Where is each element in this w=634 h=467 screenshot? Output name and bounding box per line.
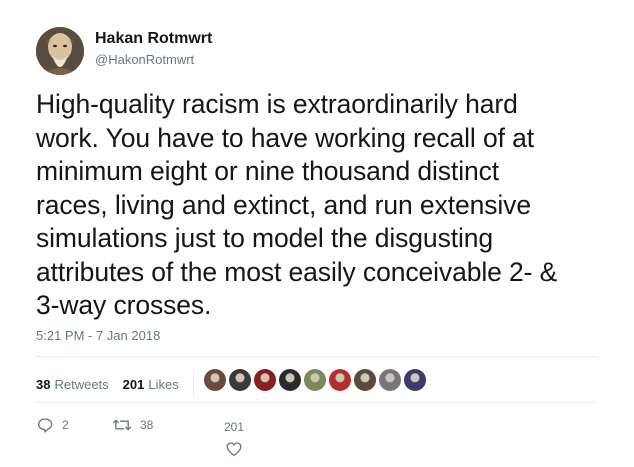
divider xyxy=(36,402,598,403)
likes-count: 201 xyxy=(122,376,145,392)
retweet-count: 38 xyxy=(140,418,154,432)
reply-button[interactable]: 2 xyxy=(36,416,112,434)
tweet-line: races, living and extinct, and run exten… xyxy=(36,189,531,220)
likes-stat[interactable]: 201 Likes xyxy=(123,377,179,392)
tweet-stats: 38 Retweets 201 Likes xyxy=(36,370,204,398)
tweet-line: work. You have to have working recall of… xyxy=(36,122,535,153)
liker-avatar-icon[interactable] xyxy=(304,369,326,391)
retweets-count: 38 xyxy=(36,376,51,392)
heart-icon xyxy=(226,442,242,457)
liker-avatar-icon[interactable] xyxy=(404,369,426,391)
liker-avatar-icon[interactable] xyxy=(204,369,226,391)
liker-avatars xyxy=(204,369,426,391)
tweet-line: 3-way crosses. xyxy=(36,290,212,320)
tweet-line: High-quality racism is extraordinarily h… xyxy=(36,89,518,119)
tweet-timestamp[interactable]: 5:21 PM - 7 Jan 2018 xyxy=(36,328,160,343)
tweet-line: minimum eight or nine thousand distinct xyxy=(36,156,500,186)
user-handle[interactable]: @HakonRotmwrt xyxy=(95,52,194,67)
display-name[interactable]: Hakan Rotmwrt xyxy=(95,30,212,48)
retweet-icon xyxy=(112,419,132,431)
avatar[interactable] xyxy=(36,27,84,75)
retweets-stat[interactable]: 38 Retweets xyxy=(36,377,109,392)
retweet-button[interactable]: 38 xyxy=(112,416,188,434)
retweets-label: Retweets xyxy=(54,376,109,392)
liker-avatar-icon[interactable] xyxy=(329,369,351,391)
tweet-line: simulations just to model the disgusting xyxy=(36,223,494,253)
divider xyxy=(36,356,598,357)
tweet-text: High-quality racism is extraordinarily h… xyxy=(36,88,606,323)
reply-count: 2 xyxy=(62,418,69,432)
tweet-actions: 2 38 xyxy=(36,416,188,434)
reply-icon xyxy=(37,418,53,434)
likes-label: Likes xyxy=(148,376,179,392)
liker-avatar-icon[interactable] xyxy=(354,369,376,391)
liker-avatar-icon[interactable] xyxy=(254,369,276,391)
like-button[interactable]: 201 xyxy=(224,420,244,458)
stats-separator xyxy=(192,370,194,398)
liker-avatar-icon[interactable] xyxy=(379,369,401,391)
liker-avatar-icon[interactable] xyxy=(279,369,301,391)
tweet-line: attributes of the most easily conceivabl… xyxy=(36,256,558,287)
avatar-photo-icon xyxy=(36,27,84,75)
like-count: 201 xyxy=(224,420,245,434)
liker-avatar-icon[interactable] xyxy=(229,369,251,391)
